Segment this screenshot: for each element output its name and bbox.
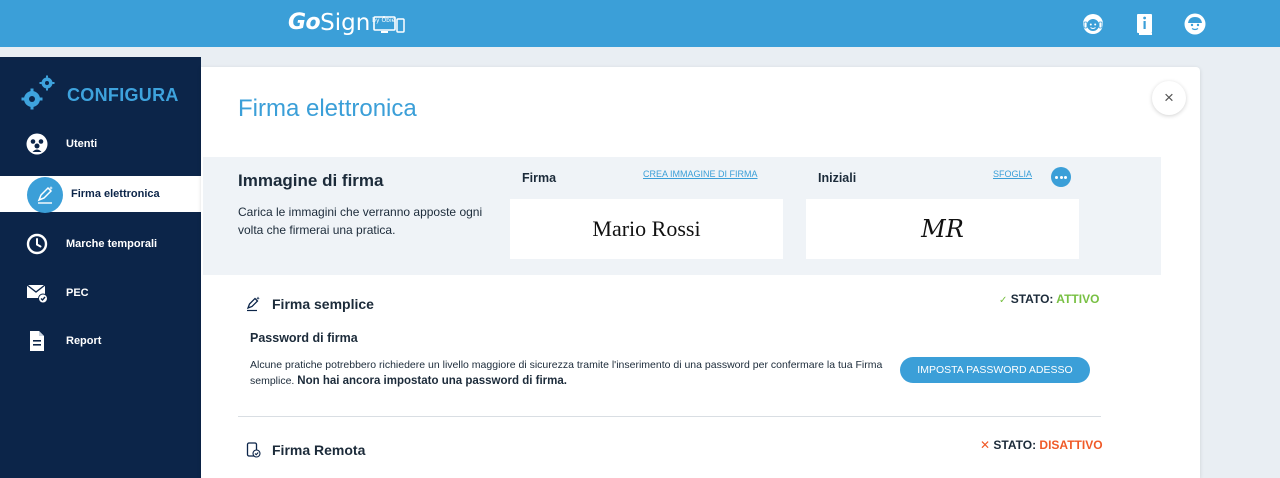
sidebar: CONFIGURA Utenti Firma elettronica March…	[0, 57, 201, 478]
status-label: STATO:	[1010, 292, 1054, 306]
sidebar-item-utenti[interactable]: Utenti	[0, 126, 201, 162]
iniziali-label: Iniziali	[818, 171, 857, 185]
set-password-button[interactable]: IMPOSTA PASSWORD ADESSO	[900, 357, 1090, 383]
signature-image-heading: Immagine di firma	[238, 171, 384, 190]
firma-remota-title: Firma Remota	[272, 442, 366, 458]
dot-icon	[1064, 176, 1067, 179]
sidebar-item-report[interactable]: Report	[0, 323, 201, 359]
sidebar-item-marche-temporali[interactable]: Marche temporali	[0, 226, 201, 262]
sidebar-title: CONFIGURA	[67, 85, 179, 105]
sidebar-header: CONFIGURA	[21, 75, 178, 111]
sidebar-item-label: Marche temporali	[66, 238, 158, 250]
firma-semplice-title: Firma semplice	[272, 296, 374, 312]
page-title: Firma elettronica	[238, 95, 417, 122]
sidebar-item-label: Utenti	[66, 138, 98, 150]
logo-by-text: by Öbie	[372, 17, 396, 24]
info-icon[interactable]	[1133, 12, 1157, 36]
signature-image-description: Carica le immagini che verranno apposte …	[238, 205, 483, 237]
remote-signature-icon	[246, 442, 261, 458]
clock-icon	[26, 233, 48, 255]
pen-icon	[246, 296, 260, 312]
logo-go-text: Go	[288, 10, 321, 35]
check-icon: ✓	[999, 295, 1008, 306]
firma-preview[interactable]: Mario Rossi	[510, 199, 783, 259]
top-bar: Go Sign by Öbie	[0, 0, 1280, 47]
password-warning: Non hai ancora impostato una password di…	[297, 375, 567, 387]
status-badge: ATTIVO	[1056, 292, 1100, 306]
status-badge: DISATTIVO	[1039, 438, 1103, 452]
sfoglia-link[interactable]: SFOGLIA	[993, 169, 1032, 179]
gosign-logo[interactable]: Go Sign by Öbie	[288, 9, 406, 37]
users-icon	[26, 133, 48, 155]
user-avatar-icon[interactable]	[1183, 12, 1207, 36]
firma-label: Firma	[522, 171, 557, 185]
firma-semplice-status: ✓ STATO: ATTIVO	[999, 292, 1099, 306]
firma-remota-status: ✕ STATO: DISATTIVO	[980, 438, 1103, 452]
crea-immagine-link[interactable]: CREA IMMAGINE DI FIRMA	[643, 169, 758, 179]
document-icon	[30, 331, 44, 351]
iniziali-preview[interactable]: MR	[806, 199, 1079, 259]
logo-sign-text: Sign by Öbie	[320, 9, 395, 37]
support-icon[interactable]	[1081, 12, 1105, 36]
password-description: Alcune pratiche potrebbero richiedere un…	[250, 357, 890, 389]
password-title: Password di firma	[250, 331, 358, 345]
sidebar-item-label: Firma elettronica	[71, 188, 160, 200]
sidebar-item-label: Report	[66, 335, 102, 347]
gear-icon	[21, 75, 55, 110]
divider	[238, 416, 1101, 417]
cross-icon: ✕	[980, 438, 991, 452]
signature-image-section: Immagine di firma Carica le immagini che…	[203, 157, 1161, 275]
mail-check-icon	[26, 284, 48, 304]
sidebar-item-firma-elettronica[interactable]: Firma elettronica	[0, 176, 201, 213]
more-options-button[interactable]	[1051, 167, 1071, 187]
status-label: STATO:	[993, 438, 1037, 452]
dot-icon	[1059, 176, 1063, 179]
logo-sign-word: Sign	[320, 10, 371, 36]
close-button[interactable]: ×	[1152, 81, 1186, 115]
pen-icon	[37, 186, 54, 204]
sidebar-item-label: PEC	[66, 287, 89, 299]
dot-icon	[1055, 176, 1058, 179]
main-panel: Firma elettronica × Immagine di firma Ca…	[201, 67, 1200, 478]
sidebar-item-pec[interactable]: PEC	[0, 275, 201, 311]
